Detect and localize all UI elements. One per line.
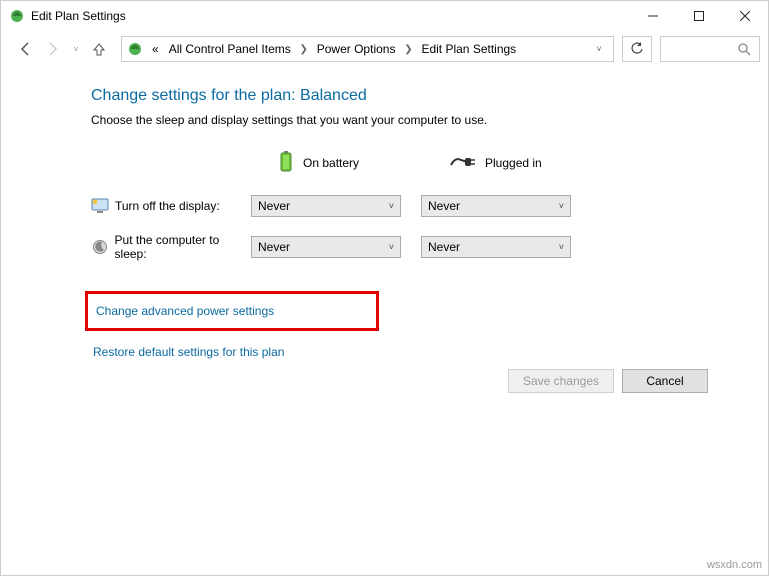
chevron-right-icon[interactable]: ❯: [401, 44, 415, 55]
chevron-down-icon: ˅: [389, 242, 394, 252]
chevron-down-icon: ˅: [559, 242, 564, 252]
history-dropdown-icon[interactable]: ˅: [69, 37, 83, 61]
search-icon: [738, 43, 751, 56]
sleep-battery-select[interactable]: Never ˅: [251, 236, 401, 258]
breadcrumb-prefix[interactable]: «: [148, 37, 163, 61]
row-label-sleep: Put the computer to sleep:: [91, 233, 251, 261]
address-dropdown-icon[interactable]: ˅: [589, 44, 609, 54]
sleep-plugged-select[interactable]: Never ˅: [421, 236, 571, 258]
chevron-down-icon: ˅: [559, 201, 564, 211]
advanced-settings-link[interactable]: Change advanced power settings: [94, 300, 276, 322]
refresh-button[interactable]: [622, 36, 652, 62]
content-area: Change settings for the plan: Balanced C…: [1, 67, 768, 363]
page-heading: Change settings for the plan: Balanced: [91, 87, 768, 105]
plug-icon: [449, 155, 475, 172]
display-battery-select[interactable]: Never ˅: [251, 195, 401, 217]
chevron-down-icon: ˅: [389, 201, 394, 211]
save-button[interactable]: Save changes: [508, 369, 614, 393]
breadcrumb-item[interactable]: Power Options: [313, 37, 400, 61]
minimize-button[interactable]: [630, 1, 676, 31]
monitor-icon: [91, 197, 109, 215]
battery-icon: [279, 151, 293, 176]
breadcrumb-item[interactable]: Edit Plan Settings: [417, 37, 520, 61]
chevron-right-icon[interactable]: ❯: [297, 44, 311, 55]
titlebar: Edit Plan Settings: [1, 1, 768, 31]
settings-grid: On battery Plugged in Turn off the displ…: [91, 147, 768, 261]
breadcrumb-item[interactable]: All Control Panel Items: [165, 37, 295, 61]
window-title: Edit Plan Settings: [31, 9, 126, 23]
search-input[interactable]: [660, 36, 760, 62]
column-header-plugged: Plugged in: [421, 147, 591, 179]
up-button[interactable]: [87, 37, 111, 61]
address-bar[interactable]: « All Control Panel Items ❯ Power Option…: [121, 36, 614, 62]
moon-icon: [91, 238, 109, 256]
forward-button[interactable]: [41, 37, 65, 61]
page-subheading: Choose the sleep and display settings th…: [91, 113, 768, 127]
address-icon: [126, 40, 144, 58]
row-label-display: Turn off the display:: [91, 197, 251, 215]
watermark: wsxdn.com: [707, 559, 762, 571]
app-icon: [9, 8, 25, 24]
footer-buttons: Save changes Cancel: [508, 369, 708, 393]
column-header-battery: On battery: [251, 147, 421, 179]
restore-defaults-link[interactable]: Restore default settings for this plan: [91, 341, 768, 363]
highlight-annotation: Change advanced power settings: [85, 291, 379, 331]
display-plugged-select[interactable]: Never ˅: [421, 195, 571, 217]
close-button[interactable]: [722, 1, 768, 31]
links-section: Change advanced power settings Restore d…: [91, 291, 768, 363]
back-button[interactable]: [13, 37, 37, 61]
maximize-button[interactable]: [676, 1, 722, 31]
cancel-button[interactable]: Cancel: [622, 369, 708, 393]
navbar: ˅ « All Control Panel Items ❯ Power Opti…: [1, 31, 768, 67]
